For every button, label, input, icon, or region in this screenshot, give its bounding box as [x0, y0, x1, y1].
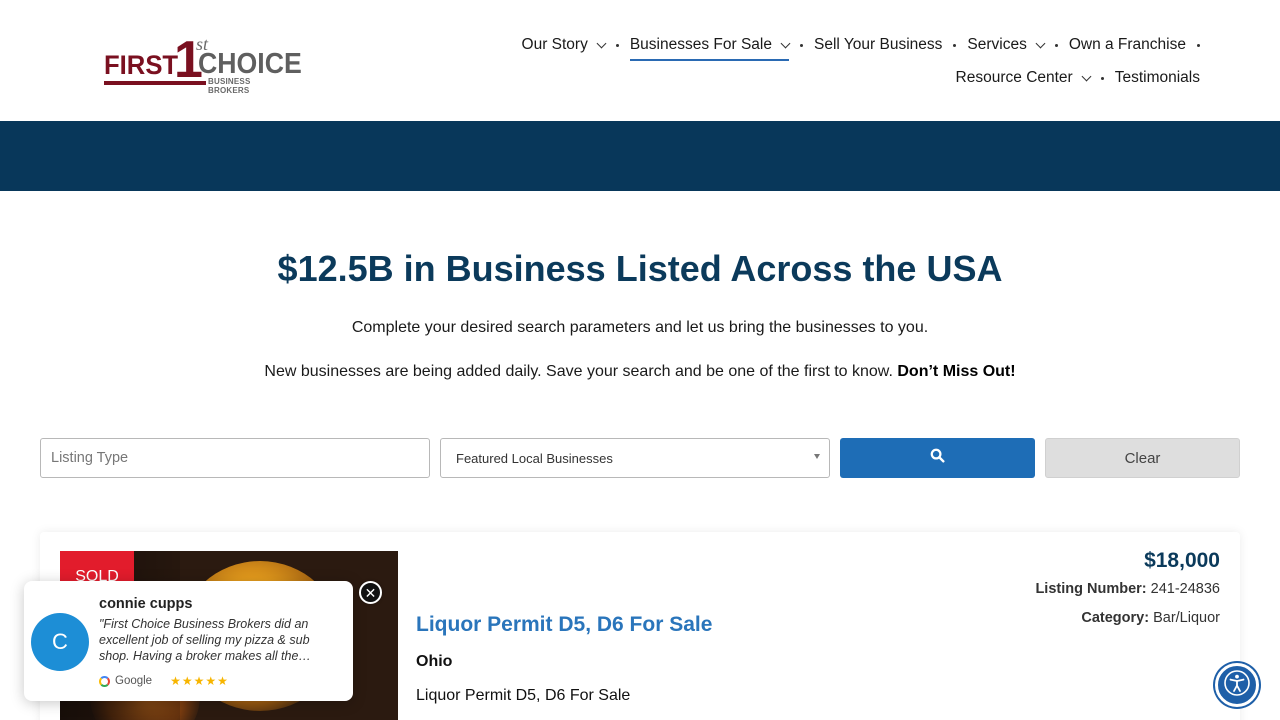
nav-item-label: Own a Franchise	[1068, 36, 1186, 53]
logo-word-first: FIRST	[104, 50, 179, 80]
nav-item-sell-your-business[interactable]: Sell Your Business	[814, 32, 942, 58]
listing-title-link[interactable]: Liquor Permit D5, D6 For Sale	[416, 613, 712, 637]
chevron-down-icon	[596, 38, 607, 48]
reviewer-name: connie cupps	[99, 596, 193, 612]
google-icon	[99, 675, 110, 687]
listing-category-label: Category:	[1081, 610, 1150, 626]
nav-separator	[800, 43, 803, 47]
listing-filter-select[interactable]: Featured Local Businesses	[440, 438, 830, 478]
nav-separator	[1197, 43, 1200, 47]
listing-category-value: Bar/Liquor	[1153, 610, 1220, 626]
listing-type-input[interactable]	[41, 439, 429, 477]
nav-item-own-a-franchise[interactable]: Own a Franchise	[1069, 32, 1186, 58]
intro-text-2-body: New businesses are being added daily. Sa…	[264, 363, 893, 380]
nav-item-label: Resource Center	[955, 69, 1073, 86]
nav-item-businesses-for-sale[interactable]: Businesses For Sale	[629, 32, 791, 61]
star-rating: ★★★★★	[170, 674, 229, 688]
nav-item-resource-center[interactable]: Resource Center	[955, 65, 1092, 91]
intro-text-2-emphasis: Don’t Miss Out!	[897, 363, 1016, 380]
listing-category: Category: Bar/Liquor	[1081, 610, 1220, 626]
listing-number-value: 241-24836	[1150, 581, 1220, 597]
caret-down-icon	[814, 454, 820, 459]
logo-tagline: BUSINESS BROKERS	[208, 77, 251, 95]
review-text: "First Choice Business Brokers did an ex…	[99, 617, 311, 663]
accessibility-icon	[1223, 669, 1251, 702]
nav-separator	[1054, 43, 1058, 47]
nav-item-label: Services	[967, 36, 1027, 53]
nav-item-label: Businesses For Sale	[629, 36, 772, 53]
main-nav: Our Story Businesses For Sale Sell Your …	[480, 32, 1200, 98]
listing-price: $18,000	[1144, 549, 1220, 572]
nav-separator	[953, 43, 957, 47]
nav-item-testimonials[interactable]: Testimonials	[1115, 65, 1200, 91]
hero-band	[0, 121, 1280, 191]
nav-item-our-story[interactable]: Our Story	[521, 32, 607, 58]
page-headline: $12.5B in Business Listed Across the USA	[277, 248, 1003, 289]
nav-item-services[interactable]: Services	[967, 32, 1046, 58]
close-icon[interactable]: ✕	[359, 581, 382, 604]
avatar: C	[31, 613, 89, 671]
listing-type-field	[40, 438, 430, 478]
nav-item-label: Sell Your Business	[814, 36, 943, 53]
listing-number-label: Listing Number:	[1035, 581, 1147, 597]
chevron-down-icon	[780, 38, 791, 48]
intro-text-2: New businesses are being added daily. Sa…	[0, 363, 1280, 381]
chevron-down-icon	[1035, 38, 1046, 48]
review-source-label: Google	[115, 675, 153, 687]
nav-item-label: Our Story	[521, 36, 588, 53]
review-source: Google ★★★★★	[99, 674, 229, 688]
nav-separator	[615, 43, 619, 47]
nav-separator	[1100, 76, 1104, 80]
review-popup[interactable]: C connie cupps "First Choice Business Br…	[24, 581, 353, 701]
intro-text: Complete your desired search parameters …	[351, 319, 929, 336]
clear-button[interactable]: Clear	[1045, 438, 1240, 478]
chevron-down-icon	[1081, 71, 1092, 81]
nav-item-label: Testimonials	[1114, 69, 1200, 86]
listing-state: Ohio	[416, 653, 453, 670]
listing-description: Liquor Permit D5, D6 For Sale	[416, 687, 631, 704]
accessibility-button[interactable]	[1215, 663, 1259, 707]
logo[interactable]: FIRST 1 st CHOICE BUSINESS BROKERS	[104, 34, 302, 95]
nav-row-2: Resource Center Testimonials	[480, 65, 1200, 91]
site-header: FIRST 1 st CHOICE BUSINESS BROKERS Our S…	[0, 0, 1280, 121]
listing-filter-value: Featured Local Businesses	[456, 450, 613, 466]
listing-number: Listing Number: 241-24836	[1035, 581, 1220, 597]
nav-row-1: Our Story Businesses For Sale Sell Your …	[480, 32, 1200, 61]
search-button[interactable]	[840, 438, 1035, 478]
search-icon	[930, 448, 945, 468]
